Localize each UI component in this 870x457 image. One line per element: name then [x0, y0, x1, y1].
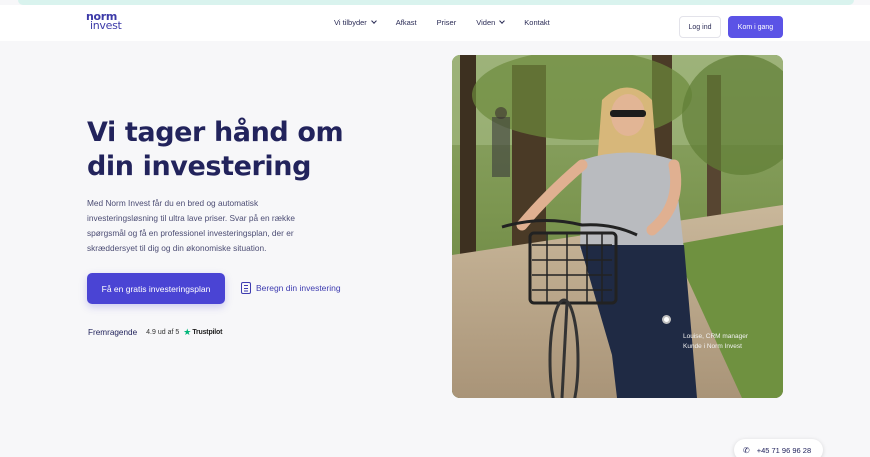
hero-title-line-1: Vi tager hånd om	[87, 117, 344, 148]
get-started-button[interactable]: Kom i gang	[728, 16, 783, 38]
calculate-investment-label: Beregn din investering	[256, 283, 341, 293]
free-plan-button[interactable]: Få en gratis investeringsplan	[87, 273, 225, 304]
phone-number: +45 71 96 96 28	[756, 445, 812, 455]
photo-caption: Louise, CRM manager Kunde i Norm Invest	[683, 332, 748, 352]
nav-item-kontakt[interactable]: Kontakt	[524, 18, 549, 27]
site-header: norm invest Vi tilbyder Afkast Priser Vi…	[0, 5, 870, 41]
rating-word: Fremragende	[88, 328, 138, 337]
nav-label: Kontakt	[524, 18, 550, 27]
calculate-investment-link[interactable]: Beregn din investering	[241, 282, 341, 294]
rating-score: 4.9 ud af 5	[146, 329, 180, 336]
logo-line-2: invest	[90, 18, 122, 32]
phone-icon: ✆	[743, 445, 750, 455]
trustpilot-rating[interactable]: Fremragende 4.9 ud af 5 ★ Trustpilot	[88, 327, 222, 338]
hero-title: Vi tager hånd om din investering	[87, 116, 417, 184]
hero-lead: Med Norm Invest får du en bred og automa…	[87, 198, 295, 253]
nav-label: Viden	[476, 18, 496, 27]
photo-caption-name: Louise, CRM manager	[683, 333, 749, 340]
photo-caption-role: Kunde i Norm Invest	[683, 343, 742, 350]
nav-label: Afkast	[395, 18, 417, 27]
chevron-down-icon	[370, 18, 377, 24]
chevron-down-icon	[499, 18, 506, 24]
nav-label: Vi tilbyder	[334, 18, 367, 27]
nav-item-afkast[interactable]: Afkast	[396, 18, 417, 27]
login-button[interactable]: Log ind	[679, 16, 721, 38]
nav-item-viden[interactable]: Viden	[476, 18, 506, 27]
nav-item-priser[interactable]: Priser	[437, 18, 457, 27]
nav-item-vi-tilbyder[interactable]: Vi tilbyder	[334, 18, 377, 27]
main-nav: Vi tilbyder Afkast Priser Viden Kontakt	[334, 18, 570, 27]
nav-label: Priser	[436, 18, 457, 27]
hotspot-dot[interactable]	[662, 315, 671, 324]
hero-title-line-2: din investering	[87, 151, 312, 182]
phone-contact-button[interactable]: ✆ +45 71 96 96 28	[734, 439, 823, 457]
calculator-icon	[241, 282, 251, 294]
star-icon: ★	[183, 327, 192, 337]
brand-logo[interactable]: norm invest	[86, 11, 122, 32]
trustpilot-logo: Trustpilot	[192, 329, 223, 336]
